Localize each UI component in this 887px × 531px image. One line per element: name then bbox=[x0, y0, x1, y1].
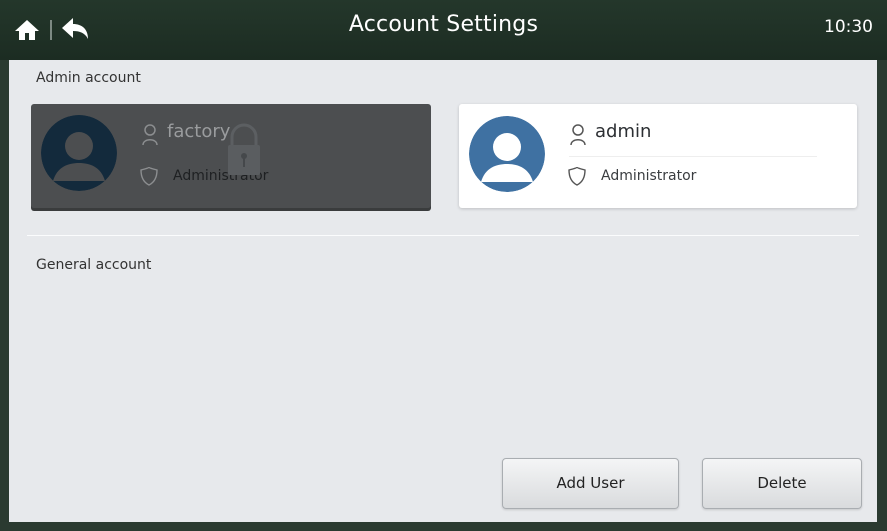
shield-icon bbox=[140, 166, 158, 186]
account-name: admin bbox=[595, 121, 652, 142]
avatar bbox=[41, 115, 117, 191]
page-title: Account Settings bbox=[348, 12, 539, 37]
admin-account-label: Admin account bbox=[36, 70, 141, 86]
section-divider bbox=[27, 235, 859, 236]
account-card-admin[interactable]: admin Administrator bbox=[459, 104, 857, 208]
top-bar: Account Settings 10:30 bbox=[0, 0, 887, 60]
delete-button[interactable]: Delete bbox=[702, 458, 862, 509]
user-icon bbox=[570, 124, 586, 146]
account-role: Administrator bbox=[601, 168, 697, 184]
shield-icon bbox=[568, 166, 586, 186]
lock-icon bbox=[228, 123, 260, 175]
clock: 10:30 bbox=[824, 17, 873, 37]
account-panel: Admin account factory Administrator admi… bbox=[9, 60, 877, 522]
general-account-label: General account bbox=[36, 257, 152, 273]
avatar bbox=[469, 116, 545, 192]
user-icon bbox=[142, 124, 158, 146]
account-name: factory bbox=[167, 121, 231, 142]
account-card-factory[interactable]: factory Administrator bbox=[31, 104, 431, 208]
card-divider bbox=[569, 156, 817, 157]
add-user-button[interactable]: Add User bbox=[502, 458, 679, 509]
